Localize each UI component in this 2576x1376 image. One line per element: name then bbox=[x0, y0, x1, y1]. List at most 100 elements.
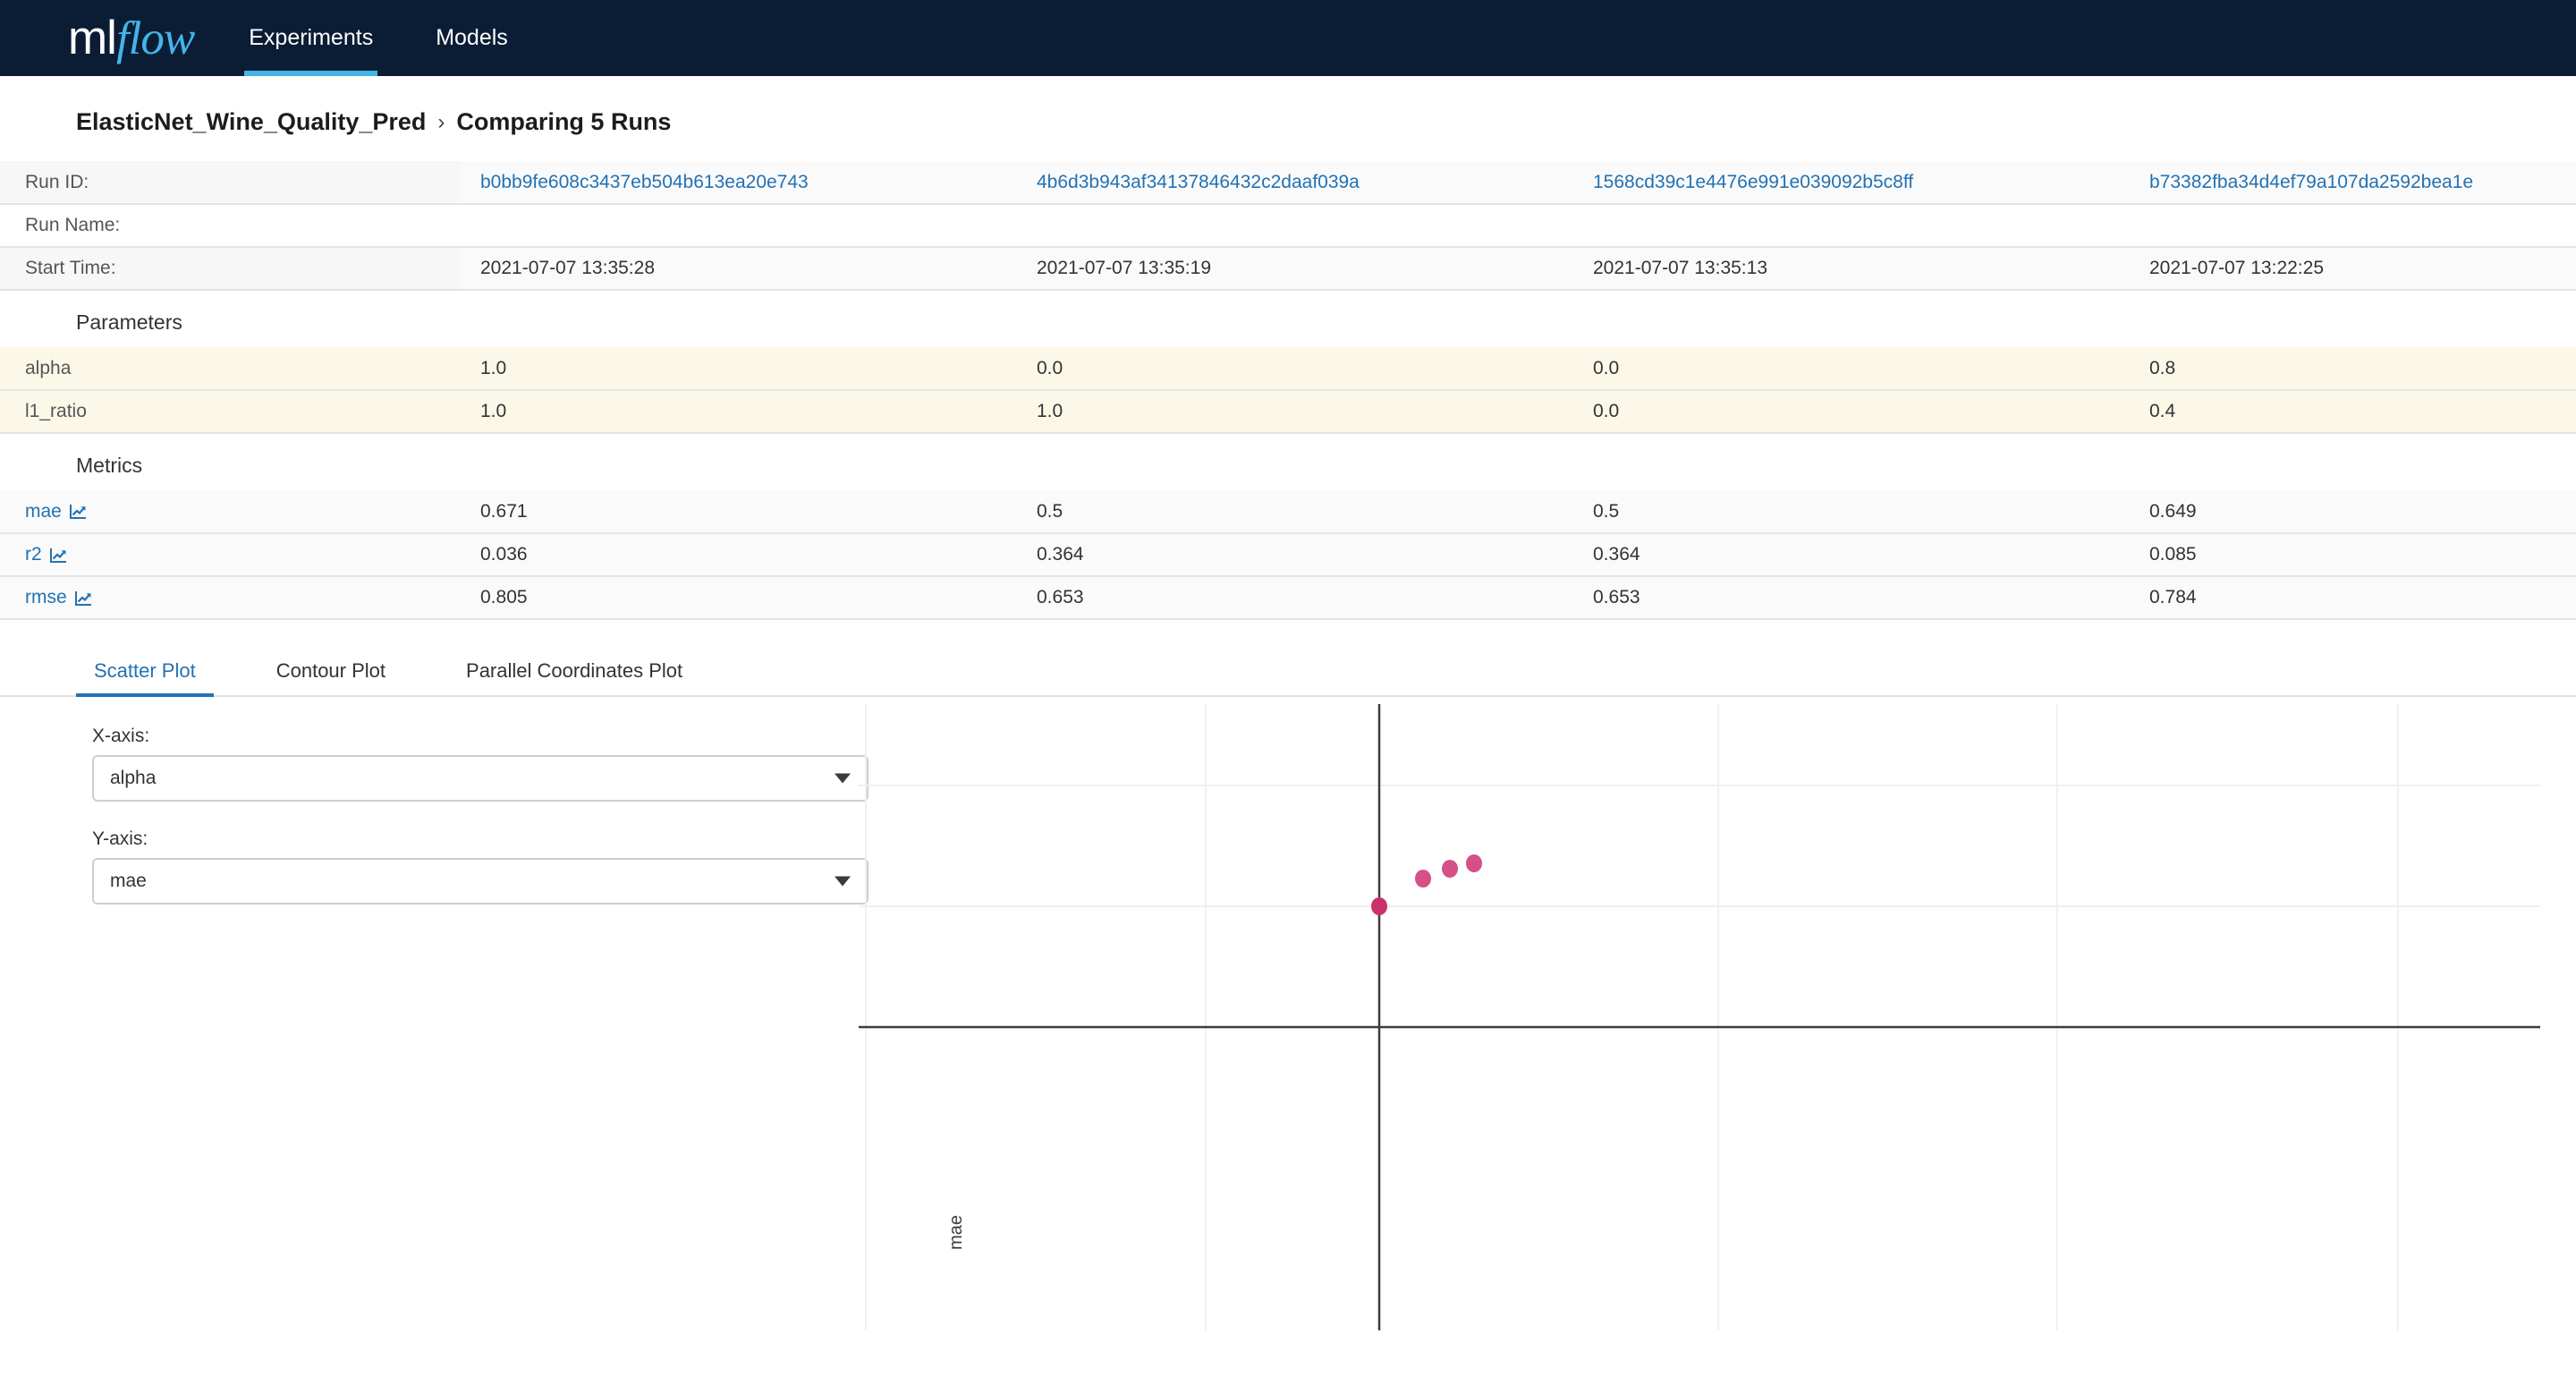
run-id-cell-4: b73382fba34d4ef79a107da2592bea1e bbox=[2130, 161, 2576, 205]
logo-flow-text: flow bbox=[115, 12, 195, 64]
metric-name-cell-rmse: rmse bbox=[0, 576, 461, 620]
table-row-start-time: Start Time: 2021-07-07 13:35:28 2021-07-… bbox=[0, 247, 2576, 291]
run-id-cell-1: b0bb9fe608c3437eb504b613ea20e743 bbox=[461, 161, 1017, 205]
table-row-param-alpha: alpha 1.0 0.0 0.0 0.8 bbox=[0, 347, 2576, 391]
run-id-cell-3: 1568cd39c1e4476e991e039092b5c8ff bbox=[1573, 161, 2130, 205]
metric-link-r2[interactable]: r2 bbox=[25, 544, 67, 565]
mlflow-logo[interactable]: ml flow bbox=[68, 11, 195, 64]
start-time-cell-3: 2021-07-07 13:35:13 bbox=[1573, 247, 2130, 291]
metric-link-rmse[interactable]: rmse bbox=[25, 587, 92, 608]
param-name-l1-ratio: l1_ratio bbox=[0, 390, 461, 434]
metric-r2-value-3: 0.364 bbox=[1573, 533, 2130, 577]
x-axis-label: X-axis: bbox=[92, 726, 150, 746]
run-name-cell-3 bbox=[1573, 204, 2130, 248]
param-alpha-value-2: 0.0 bbox=[1017, 347, 1573, 391]
run-id-link-1[interactable]: b0bb9fe608c3437eb504b613ea20e743 bbox=[480, 172, 809, 192]
parameters-table: alpha 1.0 0.0 0.0 0.8 l1_ratio 1.0 1.0 0… bbox=[0, 347, 2576, 434]
plot-area: X-axis: alpha Y-axis: mae bbox=[0, 697, 2576, 1330]
tab-parallel-coordinates-plot[interactable]: Parallel Coordinates Plot bbox=[448, 659, 700, 695]
metric-rmse-value-4: 0.784 bbox=[2130, 576, 2576, 620]
scatter-plot[interactable]: 1 0.5 0 bbox=[859, 704, 2576, 1330]
run-info-table: Run ID: b0bb9fe608c3437eb504b613ea20e743… bbox=[0, 161, 2576, 291]
param-alpha-value-4: 0.8 bbox=[2130, 347, 2576, 391]
y-axis-select[interactable]: mae bbox=[92, 858, 869, 905]
parameters-heading: Parameters bbox=[76, 310, 182, 334]
run-id-link-2[interactable]: 4b6d3b943af34137846432c2daaf039a bbox=[1037, 172, 1360, 192]
scatter-point bbox=[1442, 860, 1458, 878]
metric-r2-value-4: 0.085 bbox=[2130, 533, 2576, 577]
run-name-cell-4 bbox=[2130, 204, 2576, 248]
axis-controls: X-axis: alpha Y-axis: mae bbox=[0, 697, 869, 931]
mini-chart-icon bbox=[74, 590, 91, 606]
param-name-alpha: alpha bbox=[0, 347, 461, 391]
row-label-start-time: Start Time: bbox=[0, 247, 461, 291]
chevron-down-icon bbox=[835, 773, 851, 784]
chevron-down-icon bbox=[835, 876, 851, 887]
metric-rmse-value-3: 0.653 bbox=[1573, 576, 2130, 620]
breadcrumb: ElasticNet_Wine_Quality_Pred › Comparing… bbox=[0, 76, 2576, 161]
metric-r2-value-2: 0.364 bbox=[1017, 533, 1573, 577]
table-row-run-id: Run ID: b0bb9fe608c3437eb504b613ea20e743… bbox=[0, 161, 2576, 205]
tab-scatter-plot[interactable]: Scatter Plot bbox=[76, 659, 214, 697]
tab-contour-plot[interactable]: Contour Plot bbox=[258, 659, 403, 695]
start-time-cell-1: 2021-07-07 13:35:28 bbox=[461, 247, 1017, 291]
breadcrumb-separator-icon: › bbox=[437, 109, 445, 134]
y-gridlines bbox=[859, 785, 2540, 907]
logo-ml-text: ml bbox=[68, 11, 117, 64]
metric-name-cell-mae: mae bbox=[0, 490, 461, 534]
table-row-param-l1-ratio: l1_ratio 1.0 1.0 0.0 0.4 bbox=[0, 390, 2576, 434]
metrics-table: mae 0.671 0.5 0.5 0.649 r2 0.036 0.364 0… bbox=[0, 490, 2576, 620]
metric-label-r2: r2 bbox=[25, 544, 42, 565]
metric-r2-value-1: 0.036 bbox=[461, 533, 1017, 577]
run-name-cell-2 bbox=[1017, 204, 1573, 248]
table-row-metric-r2: r2 0.036 0.364 0.364 0.085 bbox=[0, 533, 2576, 577]
nav-link-experiments[interactable]: Experiments bbox=[244, 0, 378, 76]
run-id-link-4[interactable]: b73382fba34d4ef79a107da2592bea1e bbox=[2149, 172, 2473, 192]
param-alpha-value-3: 0.0 bbox=[1573, 347, 2130, 391]
metric-label-rmse: rmse bbox=[25, 587, 67, 607]
run-name-cell-1 bbox=[461, 204, 1017, 248]
param-l1-ratio-value-3: 0.0 bbox=[1573, 390, 2130, 434]
nav-links: Experiments Models bbox=[244, 0, 566, 76]
nav-link-models[interactable]: Models bbox=[431, 0, 513, 76]
x-gridlines bbox=[865, 704, 2399, 1330]
scatter-point bbox=[1466, 854, 1482, 872]
metrics-heading: Metrics bbox=[76, 454, 143, 477]
mini-chart-icon bbox=[49, 548, 66, 563]
table-row-run-name: Run Name: bbox=[0, 204, 2576, 248]
param-l1-ratio-value-2: 1.0 bbox=[1017, 390, 1573, 434]
metric-label-mae: mae bbox=[25, 500, 62, 522]
metric-mae-value-1: 0.671 bbox=[461, 490, 1017, 534]
y-axis-title: mae bbox=[946, 1215, 966, 1250]
x-axis-select[interactable]: alpha bbox=[92, 755, 869, 802]
param-l1-ratio-value-4: 0.4 bbox=[2130, 390, 2576, 434]
metric-link-mae[interactable]: mae bbox=[25, 501, 87, 522]
plot-tabs: Scatter Plot Contour Plot Parallel Coord… bbox=[0, 645, 2576, 697]
run-id-cell-2: 4b6d3b943af34137846432c2daaf039a bbox=[1017, 161, 1573, 205]
scatter-point bbox=[1415, 870, 1431, 888]
row-label-run-id: Run ID: bbox=[0, 161, 461, 205]
metric-rmse-value-1: 0.805 bbox=[461, 576, 1017, 620]
breadcrumb-experiment-link[interactable]: ElasticNet_Wine_Quality_Pred bbox=[76, 108, 426, 136]
scatter-plot-svg[interactable]: 1 0.5 0 bbox=[859, 704, 2540, 1330]
mini-chart-icon bbox=[69, 505, 86, 519]
top-navbar: ml flow Experiments Models bbox=[0, 0, 2576, 76]
start-time-cell-4: 2021-07-07 13:22:25 bbox=[2130, 247, 2576, 291]
row-label-run-name: Run Name: bbox=[0, 204, 461, 248]
metric-mae-value-2: 0.5 bbox=[1017, 490, 1573, 534]
run-id-link-3[interactable]: 1568cd39c1e4476e991e039092b5c8ff bbox=[1593, 172, 1913, 192]
scatter-point bbox=[1371, 897, 1387, 915]
metric-mae-value-3: 0.5 bbox=[1573, 490, 2130, 534]
metric-mae-value-4: 0.649 bbox=[2130, 490, 2576, 534]
metric-rmse-value-2: 0.653 bbox=[1017, 576, 1573, 620]
start-time-cell-2: 2021-07-07 13:35:19 bbox=[1017, 247, 1573, 291]
page-title: Comparing 5 Runs bbox=[456, 108, 672, 135]
table-row-metric-mae: mae 0.671 0.5 0.5 0.649 bbox=[0, 490, 2576, 534]
param-alpha-value-1: 1.0 bbox=[461, 347, 1017, 391]
y-axis-label: Y-axis: bbox=[92, 828, 148, 849]
param-l1-ratio-value-1: 1.0 bbox=[461, 390, 1017, 434]
table-row-metric-rmse: rmse 0.805 0.653 0.653 0.784 bbox=[0, 576, 2576, 620]
metric-name-cell-r2: r2 bbox=[0, 533, 461, 577]
y-axis-selected-value: mae bbox=[110, 871, 147, 891]
x-axis-selected-value: alpha bbox=[110, 768, 157, 788]
